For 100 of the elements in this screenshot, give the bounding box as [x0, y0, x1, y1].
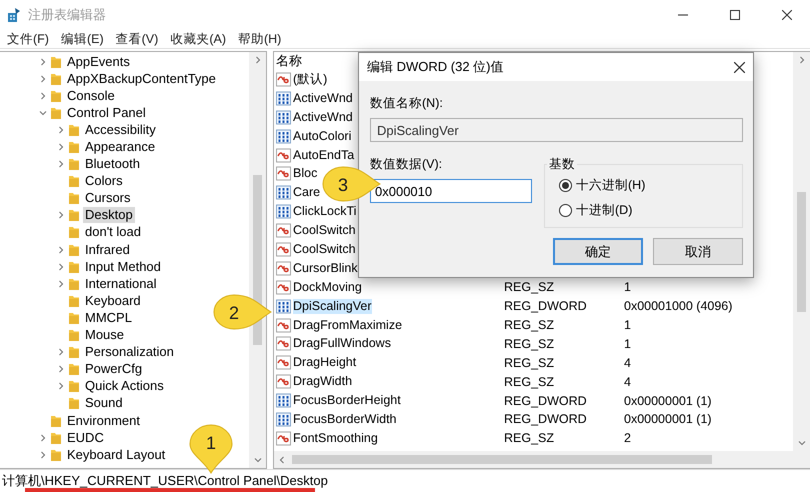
tree-item[interactable]: Control Panel: [65, 104, 148, 121]
menu-item[interactable]: 文件(F): [7, 30, 49, 48]
chevron-left-icon[interactable]: [278, 456, 286, 464]
ok-button[interactable]: 确定: [553, 238, 643, 265]
tree-item[interactable]: Console: [65, 88, 117, 104]
string-value-icon: [276, 72, 292, 87]
value-data-field[interactable]: 0x000010: [370, 179, 532, 203]
app-icon: [6, 7, 22, 23]
tree-item[interactable]: Appearance: [83, 139, 158, 156]
close-icon[interactable]: [734, 62, 745, 72]
tree-item[interactable]: Environment: [65, 412, 142, 429]
tree-item[interactable]: Input Method: [83, 258, 163, 275]
value-type: REG_SZ: [504, 356, 556, 370]
scrollbar-thumb[interactable]: [292, 455, 712, 464]
tree-item[interactable]: Keyboard Layout: [65, 446, 168, 463]
value-name[interactable]: DragFromMaximize: [293, 318, 402, 333]
close-icon[interactable]: [782, 10, 792, 20]
menu-item[interactable]: 收藏夹(A): [170, 30, 226, 48]
value-name-field[interactable]: DpiScalingVer: [370, 118, 743, 142]
tree-item[interactable]: Keyboard: [83, 292, 143, 309]
chevron-right-icon[interactable]: [57, 160, 65, 168]
tree-item[interactable]: International: [83, 276, 159, 292]
value-name[interactable]: ActiveWnd: [293, 90, 353, 106]
value-data: 0x00000001 (1): [624, 394, 713, 408]
value-name[interactable]: FocusBorderHeight: [293, 393, 401, 408]
value-name[interactable]: AutoColori: [293, 128, 352, 144]
folder-icon: [68, 225, 80, 240]
tree-item[interactable]: Accessibility: [83, 122, 158, 138]
value-name[interactable]: DragWidth: [293, 374, 352, 390]
tree-item[interactable]: Personalization: [83, 344, 176, 360]
tree-item[interactable]: Colors: [83, 173, 125, 190]
chevron-right-icon[interactable]: [57, 280, 65, 288]
chevron-down-icon[interactable]: [39, 108, 47, 117]
value-data: 1: [624, 280, 632, 294]
chevron-right-icon[interactable]: [57, 126, 65, 134]
value-name[interactable]: Care: [293, 185, 320, 200]
tree-item[interactable]: AppEvents: [65, 54, 132, 70]
menu-item[interactable]: 帮助(H): [238, 30, 282, 48]
status-path: 计算机\HKEY_CURRENT_USER\Control Panel\Desktop: [2, 472, 328, 490]
value-data: 4: [624, 374, 632, 389]
string-value-icon: [276, 223, 292, 238]
value-name[interactable]: Bloc: [293, 166, 318, 182]
chevron-right-icon[interactable]: [798, 56, 806, 64]
folder-icon: [68, 157, 80, 172]
tree-item[interactable]: MMCPL: [83, 310, 134, 326]
radio-option[interactable]: 十六进制(H): [559, 177, 732, 194]
tree-item[interactable]: AppXBackupContentType: [65, 70, 218, 87]
chevron-right-icon[interactable]: [57, 246, 65, 254]
value-name[interactable]: FontSmoothing: [293, 430, 378, 446]
value-name[interactable]: DragHeight: [293, 355, 356, 370]
chevron-right-icon[interactable]: [39, 74, 47, 83]
chevron-right-icon[interactable]: [57, 382, 65, 390]
folder-icon: [68, 260, 80, 274]
folder-icon: [68, 396, 80, 410]
folder-icon: [68, 140, 80, 154]
chevron-right-icon[interactable]: [57, 365, 65, 374]
scrollbar[interactable]: [793, 52, 810, 451]
tree-item[interactable]: Quick Actions: [83, 378, 166, 394]
value-name[interactable]: DpiScalingVer: [293, 298, 372, 314]
tree-item[interactable]: Bluetooth: [83, 156, 142, 172]
value-name[interactable]: CoolSwitch: [293, 242, 356, 257]
folder-icon: [50, 88, 62, 103]
tree-item[interactable]: Desktop: [83, 207, 135, 224]
tree-item[interactable]: EUDC: [65, 430, 106, 446]
chevron-right-icon[interactable]: [254, 56, 262, 64]
value-name[interactable]: ClickLockTi: [293, 204, 356, 220]
value-name[interactable]: CursorBlink: [293, 260, 358, 276]
tree-item[interactable]: Infrared: [83, 242, 132, 258]
chevron-right-icon[interactable]: [57, 262, 65, 271]
chevron-right-icon[interactable]: [57, 211, 65, 220]
chevron-right-icon[interactable]: [39, 450, 47, 459]
value-name[interactable]: ActiveWnd: [293, 110, 353, 125]
chevron-down-icon[interactable]: [254, 456, 262, 464]
radio-option[interactable]: 十进制(D): [559, 202, 732, 219]
menu-item[interactable]: 查看(V): [116, 30, 158, 48]
scrollbar-thumb[interactable]: [797, 192, 806, 312]
cancel-button[interactable]: 取消: [653, 238, 743, 265]
tree-item[interactable]: PowerCfg: [83, 361, 144, 378]
maximize-icon[interactable]: [730, 10, 740, 20]
value-name[interactable]: (默认): [293, 72, 328, 87]
tree-item[interactable]: don't load: [83, 224, 143, 240]
chevron-right-icon[interactable]: [57, 348, 65, 356]
tree-item[interactable]: Cursors: [83, 190, 133, 206]
value-name[interactable]: AutoEndTa: [293, 148, 354, 162]
chevron-down-icon[interactable]: [798, 439, 806, 447]
chevron-right-icon[interactable]: [39, 434, 47, 442]
horizontal-scrollbar[interactable]: [274, 451, 810, 468]
menu-item[interactable]: 编辑(E): [60, 30, 104, 48]
scrollbar[interactable]: [249, 52, 266, 468]
value-name[interactable]: DragFullWindows: [293, 336, 391, 352]
chevron-right-icon[interactable]: [39, 58, 47, 66]
value-name[interactable]: DockMoving: [293, 280, 362, 295]
tree-item[interactable]: Mouse: [83, 327, 126, 344]
value-data: 0x00000001 (1): [624, 412, 713, 426]
value-type: REG_SZ: [504, 336, 556, 351]
chevron-right-icon[interactable]: [57, 143, 65, 152]
chevron-right-icon[interactable]: [39, 92, 47, 100]
value-name[interactable]: CoolSwitch: [293, 223, 356, 238]
tree-item[interactable]: Sound: [83, 395, 125, 412]
value-name[interactable]: FocusBorderWidth: [293, 412, 397, 427]
